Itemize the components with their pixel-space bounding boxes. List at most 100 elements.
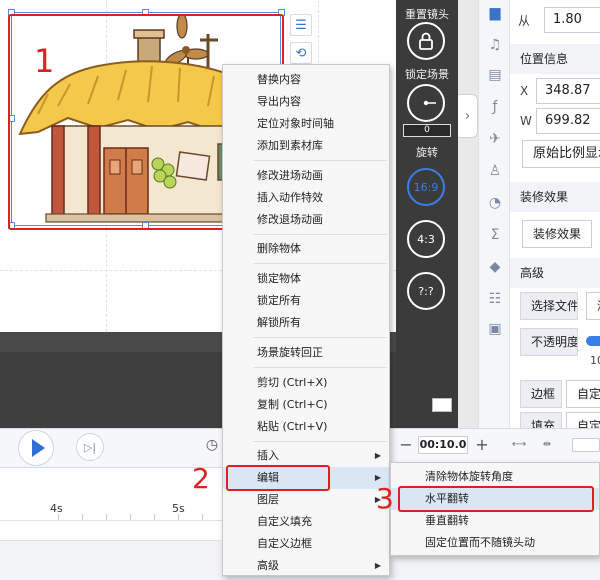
border-select[interactable]: 自定义: [566, 380, 600, 408]
decor-effect-button[interactable]: 装修效果: [522, 220, 592, 248]
annotation-number-3: 3: [376, 482, 394, 515]
rotate-tool-button[interactable]: ⟲: [290, 42, 312, 64]
advanced-section-header: 高级: [510, 258, 600, 288]
ratio-16-9-button[interactable]: 16:9: [407, 168, 445, 206]
rotation-dial-icon: [423, 100, 436, 106]
x-label: X: [520, 84, 529, 98]
collapse-panel-button[interactable]: ›: [458, 94, 478, 138]
clock-icon[interactable]: ◷: [204, 437, 220, 453]
menu-item-insert-action-effect[interactable]: 插入动作特效: [223, 187, 389, 209]
fit-timeline-icon[interactable]: ⟷: [508, 438, 530, 452]
annotation-number-1: 1: [34, 42, 55, 80]
reset-camera-button[interactable]: [407, 22, 445, 60]
from-label: 从: [518, 14, 531, 28]
rotation-dial[interactable]: [407, 84, 445, 122]
ratio-custom-button[interactable]: ?:?: [407, 272, 445, 310]
menu-separator: [253, 263, 387, 264]
annotation-box-2: [226, 465, 330, 491]
submenu-item-fix-position[interactable]: 固定位置而不随镜头动: [391, 532, 599, 554]
align-tool-button[interactable]: ☰: [290, 14, 312, 36]
browse-button[interactable]: 浏览: [586, 292, 600, 320]
play-button[interactable]: [18, 430, 54, 466]
ratio-4-3-button[interactable]: 4:3: [407, 220, 445, 258]
w-field[interactable]: 699.82: [536, 108, 600, 134]
ruler-tick: [178, 514, 179, 520]
zoom-out-button[interactable]: −: [398, 436, 414, 454]
menu-item-delete-object[interactable]: 删除物体: [223, 238, 389, 260]
original-ratio-button[interactable]: 原始比例显示: [522, 140, 600, 168]
figure-icon[interactable]: ♙: [486, 162, 504, 180]
ratio-16-9-label: 16:9: [413, 180, 439, 194]
ruler-tick: [58, 514, 59, 520]
menu-item-export-content[interactable]: 导出内容: [223, 91, 389, 113]
film-icon[interactable]: ▤: [486, 66, 504, 84]
choose-file-button[interactable]: 选择文件: [520, 292, 578, 320]
rotation-value-field[interactable]: 0: [403, 124, 451, 137]
ruler-tick-label: 4s: [50, 502, 63, 515]
menu-item-paste[interactable]: 粘贴 (Ctrl+V): [223, 416, 389, 438]
menu-item-edit-exit-animation[interactable]: 修改退场动画: [223, 209, 389, 231]
zoom-in-button[interactable]: +: [474, 436, 490, 454]
from-field[interactable]: 1.80: [544, 7, 600, 33]
folder-icon[interactable]: ▆: [486, 4, 504, 22]
annotation-box-3: [398, 486, 594, 512]
plane-icon[interactable]: ✈: [486, 130, 504, 148]
submenu-arrow-icon: ▶: [374, 451, 381, 460]
menu-item-copy[interactable]: 复制 (Ctrl+C): [223, 394, 389, 416]
menu-separator: [253, 160, 387, 161]
submenu-arrow-icon: ▶: [374, 561, 381, 570]
ruler-tick: [82, 514, 83, 520]
reset-camera-label: 重置镜头: [405, 8, 449, 21]
submenu-item-flip-vertical[interactable]: 垂直翻转: [391, 510, 599, 532]
step-forward-button[interactable]: ▷|: [76, 433, 104, 461]
align-icon: ☰: [295, 17, 307, 33]
rotation-label: 旋转: [416, 146, 438, 159]
menu-item-lock-object[interactable]: 锁定物体: [223, 268, 389, 290]
image-icon[interactable]: ▣: [486, 320, 504, 338]
menu-separator: [253, 367, 387, 368]
panel-divider: [458, 0, 478, 430]
menu-item-advanced[interactable]: 高级 ▶: [223, 555, 389, 577]
lock-scene-label: 锁定场景: [405, 68, 449, 81]
drop-icon[interactable]: ◆: [486, 258, 504, 276]
decor-section-header: 装修效果: [510, 182, 600, 212]
menu-item-lock-all[interactable]: 锁定所有: [223, 290, 389, 312]
menu-item-add-to-library[interactable]: 添加到素材库: [223, 135, 389, 157]
ratio-4-3-label: 4:3: [417, 232, 435, 246]
menu-item-custom-border[interactable]: 自定义边框: [223, 533, 389, 555]
x-field[interactable]: 348.87: [536, 78, 600, 104]
ruler-tick: [130, 514, 131, 520]
menu-item-edit-enter-animation[interactable]: 修改进场动画: [223, 165, 389, 187]
context-menu: 替换内容 导出内容 定位对象时间轴 添加到素材库 修改进场动画 插入动作特效 修…: [222, 64, 390, 576]
stack-icon[interactable]: ☷: [486, 290, 504, 308]
pie-chart-icon[interactable]: ◔: [486, 194, 504, 212]
ratio-custom-label: ?:?: [418, 284, 434, 298]
scene-thumbnail[interactable]: [432, 398, 452, 412]
menu-item-cut[interactable]: 剪切 (Ctrl+X): [223, 372, 389, 394]
properties-panel: 从 1.80 位置信息 X 348.87 W 699.82 原始比例显示 装修效…: [510, 0, 600, 440]
opacity-value: 100: [590, 354, 600, 367]
timeline-scale-slider[interactable]: [572, 438, 600, 452]
music-icon[interactable]: ♫: [486, 36, 504, 54]
menu-item-reset-scene-rotation[interactable]: 场景旋转回正: [223, 342, 389, 364]
menu-item-replace-content[interactable]: 替换内容: [223, 69, 389, 91]
formula-icon[interactable]: ƒ: [486, 98, 504, 116]
step-icon: ▷|: [83, 440, 97, 454]
position-section-header: 位置信息: [510, 44, 600, 74]
submenu-item-clear-rotation[interactable]: 清除物体旋转角度: [391, 466, 599, 488]
ruler-tick: [154, 514, 155, 520]
menu-item-insert-label: 插入: [257, 449, 279, 462]
timeline-zoom-field[interactable]: 00:10.0: [418, 436, 468, 454]
tool-icon-strip: ▆ ♫ ▤ ƒ ✈ ♙ ◔ Σ ◆ ☷ ▣: [478, 0, 510, 430]
menu-item-advanced-label: 高级: [257, 559, 279, 572]
menu-item-insert[interactable]: 插入 ▶: [223, 445, 389, 467]
lock-icon: [419, 32, 433, 50]
menu-item-locate-timeline[interactable]: 定位对象时间轴: [223, 113, 389, 135]
menu-item-unlock-all[interactable]: 解锁所有: [223, 312, 389, 334]
menu-item-layer[interactable]: 图层 ▶: [223, 489, 389, 511]
split-timeline-icon[interactable]: ⇹: [536, 438, 558, 452]
play-icon: [31, 439, 45, 457]
opacity-toggle[interactable]: [586, 336, 600, 346]
menu-item-custom-fill[interactable]: 自定义填充: [223, 511, 389, 533]
sigma-icon[interactable]: Σ: [486, 226, 504, 244]
